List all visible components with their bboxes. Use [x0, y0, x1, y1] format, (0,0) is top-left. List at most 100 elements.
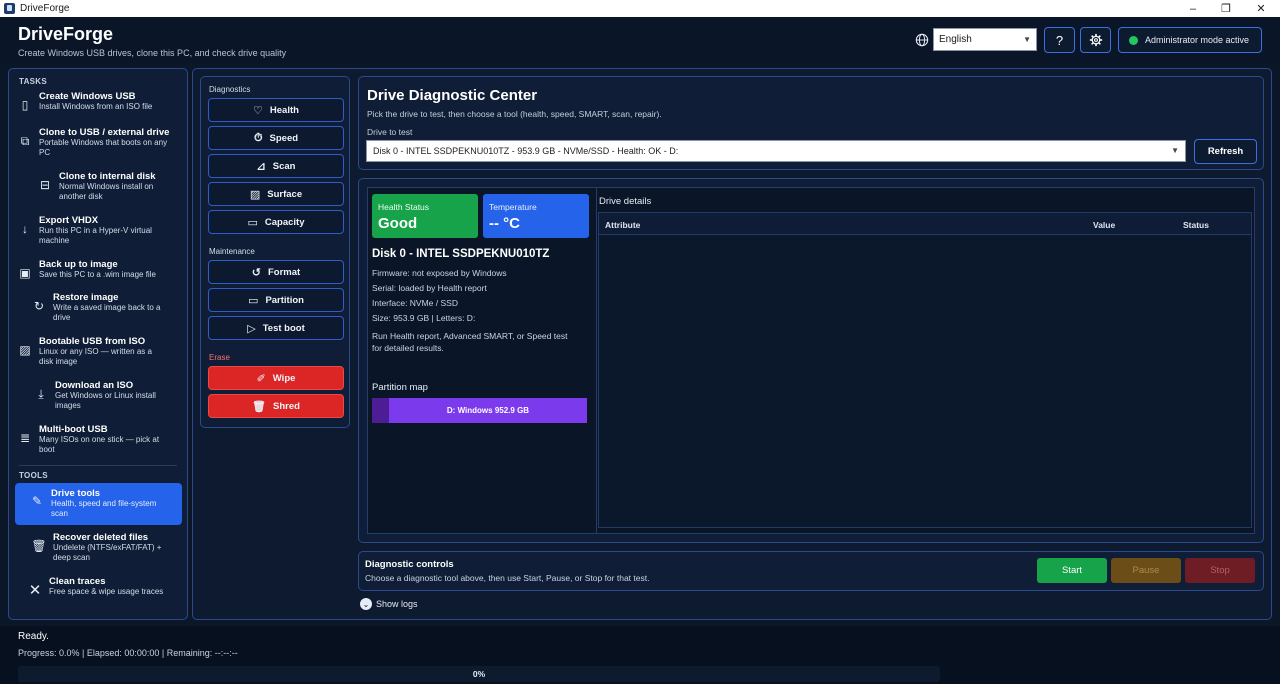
- erase-label: Erase: [209, 353, 230, 362]
- column-header-value[interactable]: Value: [1093, 220, 1115, 230]
- heart-icon: ♡: [253, 104, 263, 117]
- globe-icon: [915, 33, 929, 47]
- task-title: Recover deleted files: [53, 532, 149, 543]
- sidebar-item-restore-image[interactable]: ↻ Restore image Write a saved image back …: [29, 292, 181, 323]
- sidebar-item-clone-to-usb[interactable]: ⧉ Clone to USB / external drive Portable …: [15, 127, 181, 158]
- progress-text: Progress: 0.0% | Elapsed: 00:00:00 | Rem…: [18, 648, 238, 658]
- health-status-label: Health Status: [378, 202, 430, 212]
- status-bar: Ready. Progress: 0.0% | Elapsed: 00:00:0…: [0, 626, 1280, 684]
- drive-select-value: Disk 0 - INTEL SSDPEKNU010TZ - 953.9 GB …: [373, 146, 679, 156]
- task-desc: Run this PC in a Hyper-V virtual machine: [39, 226, 152, 245]
- restore-icon: ↻: [33, 299, 45, 313]
- refresh-button[interactable]: Refresh: [1194, 139, 1257, 164]
- partition-map-label: Partition map: [372, 382, 428, 393]
- task-title: Restore image: [53, 292, 119, 303]
- sidebar-item-create-windows-usb[interactable]: ▯ Create Windows USB Install Windows from…: [15, 91, 181, 113]
- drive-hint-line-1: Run Health report, Advanced SMART, or Sp…: [372, 331, 568, 341]
- column-header-attribute[interactable]: Attribute: [605, 220, 640, 230]
- window-title: DriveForge: [20, 3, 70, 14]
- drive-select[interactable]: Disk 0 - INTEL SSDPEKNU010TZ - 953.9 GB …: [366, 140, 1186, 162]
- diagnostic-controls-panel: Diagnostic controls Choose a diagnostic …: [358, 551, 1264, 591]
- drive-details-title: Drive details: [599, 196, 652, 207]
- health-status-card: Health Status Good: [372, 194, 478, 238]
- health-status-value: Good: [378, 215, 418, 232]
- app-header: DriveForge Create Windows USB drives, cl…: [0, 17, 1280, 64]
- download-icon: ⤓: [38, 386, 44, 401]
- battery-icon: ▭: [247, 216, 258, 229]
- drive-details-table[interactable]: Attribute Value Status: [598, 212, 1252, 528]
- task-desc: Normal Windows install on another disk: [59, 182, 154, 201]
- task-desc: Get Windows or Linux install images: [55, 391, 156, 410]
- sidebar-item-drive-tools[interactable]: ✎ Drive tools Health, speed and file-syst…: [15, 483, 182, 525]
- start-button[interactable]: Start: [1037, 558, 1107, 583]
- button-label: Wipe: [272, 372, 296, 384]
- task-title: Drive tools: [51, 488, 101, 499]
- maximize-button[interactable]: ❐: [1211, 0, 1241, 17]
- sidebar-item-recover-deleted[interactable]: 🗑 Recover deleted files Undelete (NTFS/ex…: [29, 532, 181, 563]
- partition-map: D: Windows 952.9 GB: [372, 398, 587, 423]
- test-boot-button[interactable]: ▷ Test boot: [208, 316, 344, 340]
- list-icon: ≣: [19, 431, 31, 445]
- close-icon: ✕: [28, 582, 42, 599]
- download-arrow-icon: ↓: [22, 222, 28, 236]
- minimize-button[interactable]: –: [1178, 0, 1208, 17]
- partition-button[interactable]: ▭ Partition: [208, 288, 344, 312]
- sidebar-item-bootable-usb-iso[interactable]: ▨ Bootable USB from ISO Linux or any ISO …: [15, 336, 181, 367]
- wipe-button[interactable]: ✐ Wipe: [208, 366, 344, 390]
- task-desc: Linux or any ISO — written as a disk ima…: [39, 347, 152, 366]
- speed-button[interactable]: ⏱ Speed: [208, 126, 344, 150]
- button-label: Speed: [269, 132, 299, 144]
- drive-serial: Serial: loaded by Health report: [372, 283, 487, 293]
- sidebar-item-clone-to-internal[interactable]: ⊟ Clone to internal disk Normal Windows i…: [35, 171, 181, 202]
- task-title: Bootable USB from ISO: [39, 336, 146, 347]
- button-label: Surface: [267, 188, 303, 200]
- shred-button[interactable]: 🗑 Shred: [208, 394, 344, 418]
- surface-button[interactable]: ▨ Surface: [208, 182, 344, 206]
- drive-firmware: Firmware: not exposed by Windows: [372, 268, 507, 278]
- sidebar-item-clean-traces[interactable]: ✕ Clean traces Free space & wipe usage tr…: [25, 576, 181, 599]
- settings-button[interactable]: [1080, 27, 1111, 53]
- temperature-value: -- °C: [489, 215, 520, 232]
- sidebar-item-download-iso[interactable]: ⤓ Download an ISO Get Windows or Linux in…: [31, 380, 181, 411]
- show-logs-toggle[interactable]: ⌄ Show logs: [360, 598, 418, 610]
- scan-button[interactable]: ⊿ Scan: [208, 154, 344, 178]
- button-label: Shred: [273, 400, 300, 412]
- refresh-icon: ↺: [251, 266, 261, 279]
- language-select[interactable]: English ▼: [933, 28, 1037, 51]
- chevron-down-icon: ▼: [1023, 35, 1031, 44]
- drive-name: Disk 0 - INTEL SSDPEKNU010TZ: [372, 248, 550, 260]
- button-label: Scan: [272, 160, 296, 172]
- drive-selector-panel: Drive Diagnostic Center Pick the drive t…: [358, 76, 1264, 170]
- capacity-button[interactable]: ▭ Capacity: [208, 210, 344, 234]
- reserved-partition: [372, 398, 389, 423]
- chevron-down-icon: ▼: [1171, 146, 1179, 155]
- stop-button[interactable]: Stop: [1185, 558, 1255, 583]
- help-button[interactable]: ?: [1044, 27, 1075, 53]
- diagnostics-label: Diagnostics: [209, 85, 251, 94]
- sidebar: TASKS ▯ Create Windows USB Install Window…: [8, 68, 188, 620]
- drive-interface: Interface: NVMe / SSD: [372, 298, 458, 308]
- button-label: Health: [269, 104, 299, 116]
- divider: [19, 465, 177, 466]
- diagnostic-controls-subtitle: Choose a diagnostic tool above, then use…: [365, 573, 650, 583]
- pause-button[interactable]: Pause: [1111, 558, 1181, 583]
- health-button[interactable]: ♡ Health: [208, 98, 344, 122]
- page-title: Drive Diagnostic Center: [367, 87, 538, 104]
- drive-hint-line-2: for detailed results.: [372, 343, 444, 353]
- close-window-button[interactable]: ✕: [1246, 0, 1276, 17]
- trash-icon: 🗑: [31, 539, 47, 553]
- column-header-status[interactable]: Status: [1183, 220, 1209, 230]
- internal-disk-icon: ⊟: [39, 178, 51, 192]
- surface-icon: ▨: [249, 188, 261, 201]
- admin-status-label: Administrator mode active: [1145, 35, 1250, 45]
- diagnostic-controls-title: Diagnostic controls: [365, 559, 454, 570]
- sidebar-item-multi-boot-usb[interactable]: ≣ Multi-boot USB Many ISOs on one stick —…: [15, 424, 181, 455]
- task-title: Download an ISO: [55, 380, 134, 391]
- partition-label: D: Windows 952.9 GB: [446, 406, 530, 415]
- app-icon: [4, 3, 15, 14]
- sidebar-item-back-up-to-image[interactable]: ▣ Back up to image Save this PC to a .wim…: [15, 259, 181, 281]
- sidebar-item-export-vhdx[interactable]: ↓ Export VHDX Run this PC in a Hyper-V vi…: [15, 215, 181, 246]
- format-button[interactable]: ↺ Format: [208, 260, 344, 284]
- chevron-down-icon: ⌄: [360, 598, 372, 610]
- monitor-icon: ▭: [248, 294, 259, 307]
